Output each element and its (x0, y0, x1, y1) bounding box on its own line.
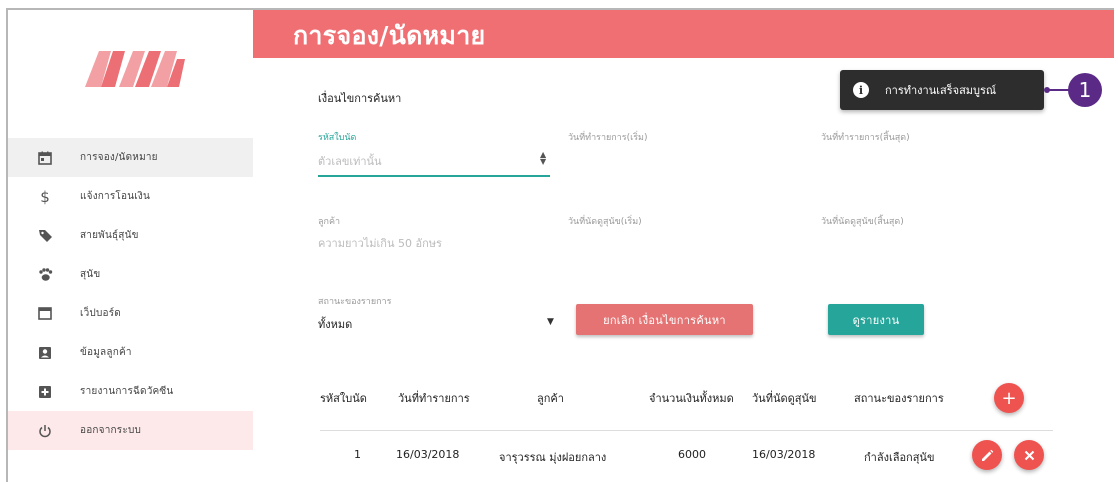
sidebar-item-label: แจ้งการโอนเงิน (80, 191, 150, 202)
appt-end-label[interactable]: วันที่นัดดูสุนัข(สิ้นสุด) (821, 214, 904, 228)
cell-status: กำลังเลือกสุนัข (864, 451, 935, 464)
brand-logo (85, 51, 185, 87)
sidebar-item-dogs[interactable]: สุนัข (8, 255, 253, 294)
sidebar-item-logout[interactable]: ออกจากระบบ (8, 411, 253, 450)
table-divider (320, 430, 1053, 431)
sidebar-item-label: สายพันธุ์สุนัข (80, 230, 139, 241)
power-icon (36, 422, 54, 440)
booking-id-underline (318, 175, 550, 177)
sidebar-item-booking[interactable]: การจอง/นัดหมาย (8, 138, 253, 177)
status-label: สถานะของรายการ (318, 297, 392, 307)
cell-txn-date: 16/03/2018 (396, 448, 460, 461)
cell-total: 6000 (678, 448, 706, 461)
sidebar-item-breeds[interactable]: สายพันธุ์สุนัข (8, 216, 253, 255)
account-box-icon (36, 344, 54, 362)
status-select[interactable]: ทั้งหมด (318, 315, 352, 333)
delete-button[interactable] (1014, 440, 1044, 470)
txn-start-label[interactable]: วันที่ทำรายการ(เริ่ม) (568, 130, 648, 144)
col-header-status: สถานะของรายการ (854, 392, 944, 405)
col-header-total: จำนวนเงินทั้งหมด (649, 392, 734, 405)
success-toast: i การทำงานเสร็จสมบูรณ์ (840, 70, 1044, 110)
page-header: การจอง/นัดหมาย (253, 10, 1114, 58)
tag-icon (36, 227, 54, 245)
col-header-customer: ลูกค้า (537, 392, 564, 405)
sidebar-item-label: เว็ปบอร์ด (80, 308, 121, 319)
page-title: การจอง/นัดหมาย (293, 21, 486, 50)
toast-message: การทำงานเสร็จสมบูรณ์ (885, 84, 997, 97)
txn-end-label[interactable]: วันที่ทำรายการ(สิ้นสุด) (821, 130, 910, 144)
edit-button[interactable] (972, 440, 1002, 470)
main-content: เงื่อนไขการค้นหา i การทำงานเสร็จสมบูรณ์ … (253, 58, 1114, 482)
paw-icon (36, 266, 54, 284)
sidebar-item-label: สุนัข (80, 269, 101, 280)
medical-plus-icon (36, 383, 54, 401)
info-icon: i (853, 82, 869, 98)
number-spinner[interactable]: ▲ ▼ (540, 151, 546, 166)
webboard-icon (36, 305, 54, 323)
sidebar-item-label: ออกจากระบบ (80, 425, 142, 436)
app-frame: การจอง/นัดหมาย $ แจ้งการโอนเงิน สายพันธุ… (6, 8, 1114, 482)
cancel-search-button[interactable]: ยกเลิก เงื่อนไขการค้นหา (576, 304, 753, 335)
col-header-booking-id: รหัสใบนัด (320, 392, 367, 405)
add-button[interactable]: + (994, 383, 1024, 413)
cell-customer: จารุวรรณ มุ่งฝอยกลาง (499, 451, 607, 464)
cell-booking-id: 1 (354, 448, 361, 461)
sidebar-item-customers[interactable]: ข้อมูลลูกค้า (8, 333, 253, 372)
callout-line (1046, 89, 1069, 91)
close-icon (1024, 450, 1034, 460)
sidebar: การจอง/นัดหมาย $ แจ้งการโอนเงิน สายพันธุ… (8, 10, 253, 482)
sidebar-item-vaccine-report[interactable]: รายงานการฉีดวัคซีน (8, 372, 253, 411)
callout-badge: 1 (1068, 73, 1102, 107)
pencil-icon (981, 449, 993, 461)
sidebar-item-webboard[interactable]: เว็ปบอร์ด (8, 294, 253, 333)
dropdown-arrow-icon[interactable]: ▼ (547, 317, 554, 327)
search-section-title: เงื่อนไขการค้นหา (318, 92, 402, 105)
cell-appt-date: 16/03/2018 (752, 448, 816, 461)
booking-id-label: รหัสใบนัด (318, 133, 357, 143)
appt-start-label[interactable]: วันที่นัดดูสุนัข(เริ่ม) (568, 214, 642, 228)
customer-input[interactable]: ความยาวไม่เกิน 50 อักษร (318, 234, 442, 252)
customer-label: ลูกค้า (318, 217, 341, 227)
booking-id-input[interactable]: ตัวเลขเท่านั้น (318, 152, 382, 170)
plus-icon: + (1001, 387, 1017, 409)
sidebar-item-label: การจอง/นัดหมาย (80, 152, 158, 163)
dollar-icon: $ (40, 187, 50, 206)
col-header-appt-date: วันที่นัดดูสุนัข (752, 392, 817, 405)
view-report-button[interactable]: ดูรายงาน (828, 304, 924, 335)
sidebar-item-label: รายงานการฉีดวัคซีน (80, 386, 174, 397)
sidebar-nav: การจอง/นัดหมาย $ แจ้งการโอนเงิน สายพันธุ… (8, 138, 253, 450)
col-header-txn-date: วันที่ทำรายการ (398, 392, 470, 405)
sidebar-item-payment[interactable]: $ แจ้งการโอนเงิน (8, 177, 253, 216)
sidebar-item-label: ข้อมูลลูกค้า (80, 347, 132, 358)
calendar-icon (36, 149, 54, 167)
